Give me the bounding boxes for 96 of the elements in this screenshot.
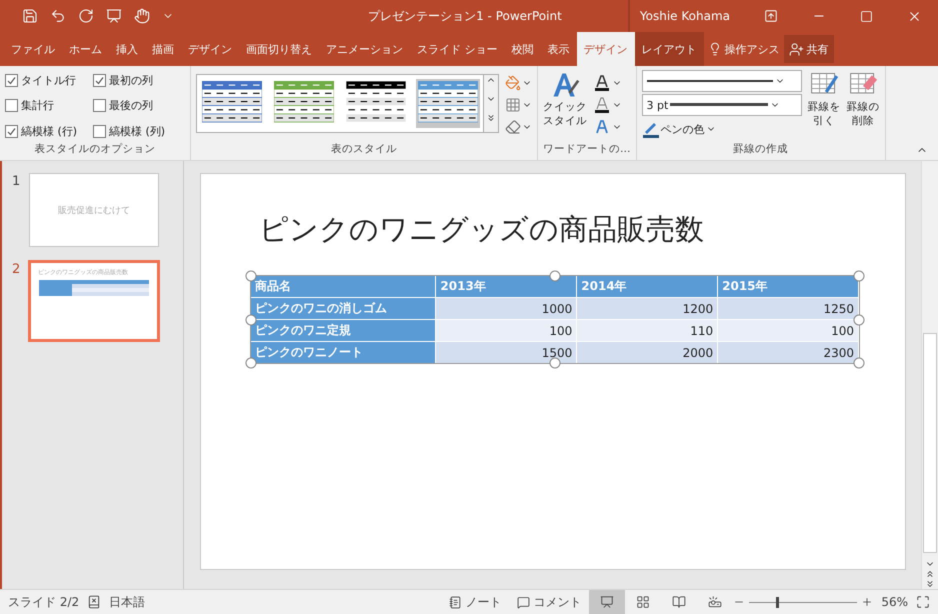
option-checkbox[interactable]: 縞模様 (列)	[93, 120, 185, 142]
resize-handle[interactable]	[246, 314, 256, 325]
group-label: ワードアートの…	[543, 142, 630, 157]
vertical-scrollbar[interactable]	[921, 161, 938, 589]
slide-number: 2	[12, 262, 22, 279]
pen-icon	[642, 120, 660, 138]
previous-slide-icon[interactable]	[925, 569, 935, 579]
table-cell: 1500	[436, 342, 577, 363]
resize-handle[interactable]	[550, 270, 560, 282]
text-fill-icon[interactable]	[593, 74, 611, 92]
redo-icon[interactable]	[78, 8, 94, 24]
ribbon-tab[interactable]: 挿入	[109, 32, 145, 66]
ribbon-tab[interactable]: スライド ショー	[410, 32, 504, 66]
share-button[interactable]: 共有	[784, 35, 834, 63]
comments-button[interactable]: コメント	[509, 594, 590, 610]
checkbox[interactable]	[5, 99, 18, 112]
resize-handle[interactable]	[246, 358, 256, 368]
group-label: 表のスタイル	[330, 142, 398, 157]
ribbon-display-icon[interactable]	[764, 9, 778, 23]
table-cell: 100	[718, 320, 858, 342]
checkbox[interactable]	[5, 124, 18, 138]
touch-mode-icon[interactable]	[134, 8, 150, 24]
zoom-in-icon[interactable]	[861, 596, 874, 608]
slide-counter: スライド 2/2	[7, 594, 80, 610]
group-label: 罫線の作成	[732, 142, 789, 157]
save-icon[interactable]	[22, 8, 38, 24]
notes-icon[interactable]	[449, 596, 462, 608]
group-label: 表スタイルのオプション	[34, 142, 156, 157]
spelling-icon[interactable]	[87, 595, 102, 609]
text-outline-icon[interactable]	[593, 96, 611, 114]
ribbon-tab[interactable]: 描画	[145, 32, 181, 66]
quick-style-button[interactable]: クイック スタイル	[543, 70, 587, 142]
next-slide-icon[interactable]	[925, 579, 935, 589]
table-cell: 1000	[436, 298, 577, 320]
option-checkbox[interactable]: 最後の列	[93, 95, 185, 117]
person-add-icon[interactable]	[788, 42, 804, 56]
language-indicator[interactable]: 日本語	[101, 594, 154, 610]
option-checkbox[interactable]: 最初の列	[93, 70, 185, 92]
table-cell: 2300	[718, 342, 858, 363]
column-header: 2013年	[436, 276, 577, 298]
notes-button[interactable]: ノート	[441, 594, 510, 610]
option-checkbox[interactable]: 縞模様 (行)	[5, 120, 93, 142]
column-header: 商品名	[251, 276, 436, 298]
column-header: 2014年	[576, 276, 718, 298]
pen-style-dropdown[interactable]	[642, 70, 802, 92]
table-cell: ピンクのワニノート	[251, 342, 436, 363]
ribbon-tab[interactable]: 校閲	[504, 32, 540, 66]
data-table[interactable]: 商品名 2013年 2014年 2015年 ピンクのワニの消しゴム 1000 1200 1250 ピンクのワニ定規 100 110 100 ピンクのワニノート 1500 2000 2300	[251, 276, 859, 363]
table-style-gallery[interactable]	[196, 74, 484, 133]
ribbon-tab[interactable]: 表示	[540, 32, 576, 66]
pen-weight-dropdown[interactable]: 3 pt	[642, 94, 802, 116]
pen-color-button[interactable]: ペンの色	[642, 118, 802, 140]
table-cell: ピンクのワニ定規	[251, 320, 436, 342]
zoom-level[interactable]: 56%	[873, 595, 916, 609]
presentation-icon[interactable]	[106, 8, 122, 24]
maximize-icon[interactable]	[860, 10, 873, 22]
table-cell: 1250	[718, 298, 858, 320]
normal-view-icon[interactable]	[589, 590, 626, 614]
ribbon-tab[interactable]: ホーム	[62, 32, 109, 66]
table-cell: 100	[436, 320, 577, 342]
thumbnail-title: 販売促進にむけて	[58, 204, 130, 216]
ribbon-tab[interactable]: 画面切り替え	[239, 32, 319, 66]
ribbon-tab[interactable]: デザイン	[576, 32, 634, 66]
ribbon-tab[interactable]: デザイン	[181, 32, 239, 66]
tell-me-search[interactable]: 操作アシス	[704, 32, 784, 66]
checkbox[interactable]	[93, 99, 106, 112]
slide-number: 1	[12, 174, 22, 191]
line-weight-icon	[670, 103, 768, 107]
checkbox[interactable]	[93, 74, 106, 88]
fit-to-window-icon[interactable]	[916, 595, 930, 609]
window-title: プレゼンテーション1 - PowerPoint	[367, 8, 563, 24]
table-cell: 110	[576, 320, 718, 342]
ribbon-tab[interactable]: レイアウト	[634, 32, 704, 66]
resize-handle[interactable]	[854, 358, 864, 368]
option-checkbox[interactable]: 集計行	[5, 95, 93, 117]
ribbon-tab[interactable]: アニメーション	[319, 32, 410, 66]
table-cell: 1200	[576, 298, 718, 320]
undo-icon[interactable]	[50, 8, 66, 24]
zoom-slider-thumb[interactable]	[776, 596, 780, 608]
column-header: 2015年	[718, 276, 858, 298]
ribbon-tab[interactable]: ファイル	[4, 32, 62, 66]
slide-title[interactable]: ピンクのワニグッズの商品販売数	[259, 210, 905, 250]
resize-handle[interactable]	[550, 358, 560, 368]
table-style-thumbnail[interactable]	[416, 79, 480, 128]
resize-handle[interactable]	[854, 270, 864, 282]
draw-table-button[interactable]: 罫線を 引く	[808, 70, 840, 142]
checkbox[interactable]	[5, 74, 18, 88]
checkbox[interactable]	[93, 124, 106, 138]
table-cell: ピンクのワニの消しゴム	[251, 298, 436, 320]
resize-handle[interactable]	[246, 270, 256, 282]
eraser-button[interactable]: 罫線の 削除	[846, 70, 880, 142]
option-checkbox[interactable]: タイトル行	[5, 70, 93, 92]
line-style-icon	[646, 79, 772, 83]
comment-icon[interactable]	[517, 596, 530, 608]
table-cell: 2000	[576, 342, 718, 363]
user-name[interactable]: Yoshie Kohama	[640, 9, 730, 23]
